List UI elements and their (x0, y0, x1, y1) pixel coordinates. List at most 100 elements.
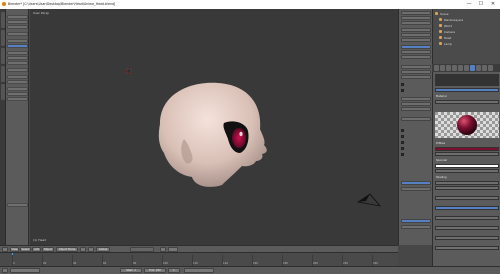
scale-button[interactable] (7, 25, 28, 29)
maximize-button[interactable]: ☐ (475, 1, 487, 8)
rotation-x-field[interactable] (401, 28, 431, 32)
timeline-editor-type[interactable] (2, 268, 8, 273)
diffuse-intensity-field[interactable] (435, 152, 499, 156)
scale-y-field[interactable] (401, 50, 431, 54)
timeline-editor[interactable]: 0 20 40 60 80 100 120 140 160 180 200 220 240 (0, 252, 398, 267)
duplicate-button[interactable] (7, 51, 28, 55)
timeline-menus[interactable] (10, 268, 40, 273)
options-field[interactable] (435, 236, 499, 240)
scale-z-field[interactable] (401, 55, 431, 59)
clip-end-field[interactable] (401, 107, 431, 111)
outliner-item-label: Scene (440, 12, 449, 16)
start-frame-field[interactable]: Start: 1 (120, 268, 142, 273)
tab-create[interactable] (1, 30, 5, 46)
outliner-item[interactable]: World (439, 24, 500, 28)
outliner-item[interactable]: Head (439, 36, 500, 40)
world-tab[interactable] (452, 65, 457, 71)
motion-tracking-field[interactable] (401, 225, 431, 229)
strand-field[interactable] (435, 226, 499, 230)
shading-flat-button[interactable] (7, 80, 28, 84)
outliner-item[interactable]: RenderLayers (439, 18, 500, 22)
object-tab[interactable] (458, 65, 463, 71)
display-checkbox-3[interactable] (401, 141, 404, 144)
3d-head-model[interactable] (150, 79, 280, 199)
shading-smooth-button[interactable] (7, 75, 28, 79)
operator-panel[interactable] (7, 203, 28, 207)
specular-color-swatch[interactable] (435, 164, 499, 168)
grease-pencil-checkbox[interactable] (401, 83, 404, 86)
material-tab[interactable] (470, 65, 475, 71)
matcap-field[interactable] (401, 187, 431, 191)
tab-tools[interactable] (1, 12, 5, 28)
outliner-item[interactable]: Camera (439, 30, 500, 34)
shadow-field[interactable] (435, 246, 499, 250)
delete-button[interactable] (7, 61, 28, 65)
rotate-button[interactable] (7, 20, 28, 24)
ambient-field[interactable] (435, 186, 499, 190)
rotation-z-field[interactable] (401, 38, 431, 42)
material-type-field[interactable] (435, 100, 499, 104)
scale-x-field[interactable] (401, 45, 431, 49)
display-checkbox-5[interactable] (401, 153, 404, 156)
specular-intensity-field[interactable] (435, 169, 499, 173)
modifiers-tab[interactable] (464, 65, 469, 71)
outliner-item[interactable]: Scene (435, 12, 499, 16)
texture-tab[interactable] (476, 65, 481, 71)
outliner-item[interactable]: Lamp (439, 42, 500, 46)
timeline-frame-number: 220 (343, 262, 348, 265)
material-slot-selected[interactable] (435, 88, 499, 92)
scene-tab[interactable] (446, 65, 451, 71)
location-y-field[interactable] (401, 16, 431, 20)
emit-field[interactable] (435, 181, 499, 185)
tab-physics[interactable] (1, 84, 5, 100)
diffuse-color-swatch[interactable] (435, 147, 499, 151)
3d-cursor-icon[interactable] (125, 67, 133, 75)
properties-tabs (432, 64, 500, 72)
location-x-field[interactable] (401, 11, 431, 15)
tab-relations[interactable] (1, 48, 5, 64)
mirror-button[interactable] (7, 32, 28, 36)
clip-start-field[interactable] (401, 102, 431, 106)
shading-mode-field[interactable] (401, 181, 431, 185)
outliner-item-icon (439, 30, 442, 33)
history-redo-button[interactable] (7, 92, 28, 96)
edit-join-button[interactable] (7, 39, 28, 43)
background-field[interactable] (401, 219, 431, 223)
repeat-last-button[interactable] (7, 97, 28, 101)
rotation-y-field[interactable] (401, 33, 431, 37)
duplicate-linked-button[interactable] (7, 56, 28, 60)
timeline-frame-number: 180 (283, 262, 288, 265)
current-frame-field[interactable]: 1 (168, 268, 180, 273)
tab-animation[interactable] (1, 66, 5, 82)
history-undo-button[interactable] (7, 87, 28, 91)
join-button[interactable] (7, 68, 28, 72)
minimize-button[interactable]: — (463, 1, 475, 8)
3d-cursor-location[interactable] (401, 117, 431, 121)
material-slot-list[interactable] (435, 74, 499, 86)
window-title: Blender* [C:\Users\User\Desktop\Blender\… (8, 2, 116, 6)
dimensions-x-field[interactable] (401, 65, 431, 69)
close-button[interactable]: ✕ (487, 1, 499, 8)
playback-controls[interactable] (184, 268, 214, 273)
display-checkbox-1[interactable] (401, 129, 404, 132)
display-checkbox-2[interactable] (401, 135, 404, 138)
dimensions-z-field[interactable] (401, 75, 431, 79)
physics-tab[interactable] (488, 65, 493, 71)
mirror-field[interactable] (435, 206, 499, 210)
particles-tab[interactable] (482, 65, 487, 71)
lens-field[interactable] (401, 97, 431, 101)
translate-button[interactable] (7, 15, 28, 19)
render-layers-tab[interactable] (440, 65, 445, 71)
sss-field[interactable] (435, 216, 499, 220)
location-z-field[interactable] (401, 21, 431, 25)
end-frame-field[interactable]: End: 250 (144, 268, 166, 273)
display-checkbox-4[interactable] (401, 147, 404, 150)
3d-viewport[interactable]: User Persp (1) Head (30, 9, 398, 245)
dimensions-y-field[interactable] (401, 70, 431, 74)
origin-button[interactable] (7, 44, 28, 48)
camera-object-icon[interactable] (356, 192, 382, 210)
transform-section-header[interactable] (7, 11, 28, 14)
view-lock-checkbox[interactable] (401, 89, 404, 92)
render-tab[interactable] (434, 65, 439, 71)
transparency-field[interactable] (435, 196, 499, 200)
